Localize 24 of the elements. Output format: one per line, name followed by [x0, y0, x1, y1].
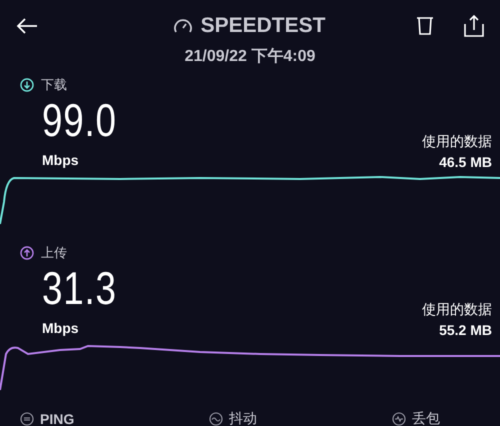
stat-label: 抖动 [229, 410, 258, 426]
share-icon[interactable] [464, 15, 484, 37]
wave-icon [209, 412, 224, 426]
speed-unit: Mbps [42, 152, 79, 168]
pulse-icon [392, 412, 406, 426]
upload-icon [20, 246, 34, 260]
speed-value: 99.0 [42, 94, 117, 146]
trash-icon[interactable] [416, 16, 434, 36]
stat-label: 丢包 [412, 410, 440, 426]
ping-icon [20, 412, 34, 426]
data-used-label: 使用的数据 [422, 133, 492, 151]
speedometer-icon [172, 18, 193, 34]
metric-label: 上传 [41, 244, 67, 262]
data-used-label: 使用的数据 [422, 301, 492, 319]
back-icon[interactable] [16, 17, 38, 35]
data-used-value: 55.2 MB [439, 322, 492, 338]
metric-label: 下载 [41, 76, 67, 94]
app-title: SPEEDTEST [200, 14, 326, 38]
stat-label: PING [40, 411, 74, 426]
download-icon [20, 78, 34, 92]
speed-value: 31.3 [42, 262, 117, 314]
speed-unit: Mbps [42, 320, 79, 336]
test-datetime: 21/09/22 下午4:09 [184, 48, 316, 65]
data-used-value: 46.5 MB [439, 154, 492, 170]
